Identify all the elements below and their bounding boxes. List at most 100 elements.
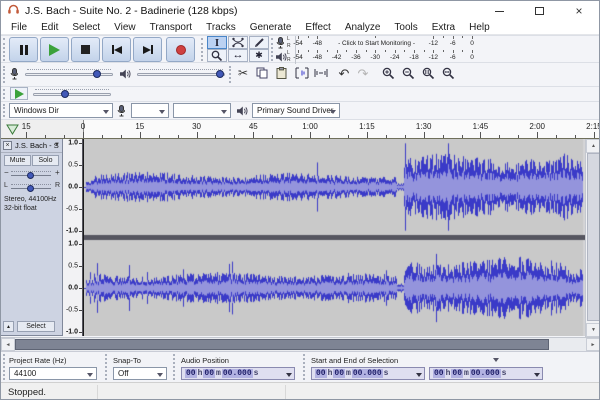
- menu-item-extra[interactable]: Extra: [425, 22, 462, 33]
- menu-item-help[interactable]: Help: [462, 22, 497, 33]
- copy-button[interactable]: [253, 64, 271, 82]
- waveform-display[interactable]: [83, 139, 585, 336]
- undo-button[interactable]: ↶: [335, 64, 353, 82]
- recording-volume-thumb[interactable]: [93, 70, 101, 78]
- menu-item-analyze[interactable]: Analyze: [338, 22, 388, 33]
- multi-tool-button[interactable]: ✱: [249, 49, 269, 62]
- play-speed-slider[interactable]: [33, 88, 111, 100]
- recording-device-select[interactable]: [131, 103, 169, 118]
- maximize-button[interactable]: [519, 1, 559, 21]
- recording-channels-select[interactable]: [173, 103, 231, 118]
- menu-item-file[interactable]: File: [4, 22, 34, 33]
- scroll-down-button[interactable]: ▼: [586, 323, 599, 337]
- track-menu-button[interactable]: ▼: [54, 142, 60, 148]
- meter-monitoring-message[interactable]: - Click to Start Monitoring -: [321, 40, 432, 47]
- playback-volume-slider[interactable]: [137, 68, 225, 80]
- skip-start-icon: [111, 45, 122, 54]
- project-rate-select[interactable]: 44100: [9, 367, 97, 380]
- ruler-tick: [215, 135, 217, 138]
- collapse-track-button[interactable]: ▲: [3, 321, 14, 332]
- fit-project-button[interactable]: [439, 64, 457, 82]
- paste-icon: [276, 67, 286, 79]
- timeline-options-button[interactable]: [6, 124, 19, 135]
- solo-button[interactable]: Solo: [32, 155, 59, 166]
- scroll-left-button[interactable]: ◄: [1, 338, 15, 351]
- play-speed-thumb[interactable]: [61, 90, 69, 98]
- recording-volume-slider[interactable]: [25, 68, 113, 80]
- menu-item-effect[interactable]: Effect: [298, 22, 337, 33]
- toolbar-grip[interactable]: [3, 89, 6, 99]
- toolbar-grip[interactable]: [3, 104, 6, 117]
- horizontal-scroll-thumb[interactable]: [15, 339, 549, 350]
- stereo-waveform-canvas[interactable]: [83, 139, 585, 336]
- toolbar-grip[interactable]: [229, 66, 232, 83]
- vertical-scale-ruler[interactable]: 1.0 0.5 0.0 -0.5 -1.0 1.0 0.5 0.0 -0.5 -1.0: [63, 139, 83, 336]
- zoom-out-button[interactable]: [399, 64, 417, 82]
- silence-audio-button[interactable]: [312, 64, 330, 82]
- toolbar-grip[interactable]: [105, 354, 108, 380]
- playback-volume-thumb[interactable]: [216, 70, 224, 78]
- track-control-panel[interactable]: × J.S. Bach - S ▼ Mute Solo − + L R Ster…: [1, 139, 63, 336]
- audio-host-select[interactable]: Windows Dir: [9, 103, 113, 118]
- track-name[interactable]: J.S. Bach - S: [15, 141, 59, 150]
- amplitude-scale-tick: [79, 231, 82, 232]
- play-button[interactable]: [40, 37, 69, 62]
- cut-button[interactable]: ✂: [234, 64, 252, 82]
- menu-item-tools[interactable]: Tools: [387, 22, 424, 33]
- amplitude-scale-tick: [79, 209, 82, 210]
- track-close-button[interactable]: ×: [3, 141, 12, 150]
- vertical-scrollbar[interactable]: ▲ ▼: [585, 139, 599, 337]
- selection-tool-button[interactable]: I: [207, 36, 227, 49]
- envelope-tool-button[interactable]: [228, 36, 248, 49]
- selection-end-field[interactable]: 00 h 00 m 00.000 s: [429, 367, 543, 380]
- toolbar-grip[interactable]: [3, 354, 6, 380]
- timeline-ruler[interactable]: 15 0 15 30 45 1:00 1:15 1:30 1:45 2:00 2:15: [1, 120, 599, 139]
- menu-item-tracks[interactable]: Tracks: [199, 22, 243, 33]
- toolbar-grip[interactable]: [3, 38, 6, 61]
- toolbar-grip[interactable]: [271, 38, 274, 61]
- ruler-tick: [253, 132, 255, 138]
- gain-slider-thumb[interactable]: [27, 172, 34, 179]
- skip-to-end-button[interactable]: [133, 37, 162, 62]
- skip-to-start-button[interactable]: [102, 37, 131, 62]
- pan-slider-thumb[interactable]: [27, 185, 34, 192]
- snap-to-select[interactable]: Off: [113, 367, 167, 380]
- playback-meter[interactable]: LR -54 -48 -42 -36 -30 -24 -18 -12 -6 0: [275, 50, 477, 64]
- time-unit: s: [383, 369, 389, 378]
- draw-tool-button[interactable]: [249, 36, 269, 49]
- minimize-button[interactable]: [479, 1, 519, 21]
- menu-item-view[interactable]: View: [107, 22, 143, 33]
- mute-button[interactable]: Mute: [4, 155, 31, 166]
- stop-button[interactable]: [71, 37, 100, 62]
- horizontal-scrollbar[interactable]: ◄ ►: [1, 337, 599, 351]
- redo-button[interactable]: ↷: [354, 64, 372, 82]
- time-shift-tool-button[interactable]: ↔: [228, 49, 248, 62]
- menu-item-select[interactable]: Select: [65, 22, 107, 33]
- close-button[interactable]: ×: [559, 1, 599, 21]
- time-digits: 00: [333, 369, 346, 378]
- menu-item-generate[interactable]: Generate: [243, 22, 299, 33]
- pause-button[interactable]: [9, 37, 38, 62]
- selection-range-chevron-icon[interactable]: [493, 358, 499, 362]
- recording-meter[interactable]: LR -54 -48 -12 -6 0- Click to Start Monitori…: [275, 36, 477, 50]
- scroll-up-button[interactable]: ▲: [586, 139, 599, 153]
- toolbar-grip[interactable]: [303, 354, 306, 380]
- scroll-right-button[interactable]: ►: [586, 338, 599, 351]
- toolbar-grip[interactable]: [173, 354, 176, 380]
- toolbar-grip[interactable]: [201, 38, 204, 61]
- zoom-tool-button[interactable]: [207, 49, 227, 62]
- menu-item-transport[interactable]: Transport: [143, 22, 199, 33]
- menu-item-edit[interactable]: Edit: [34, 22, 65, 33]
- select-track-button[interactable]: Select: [17, 321, 55, 332]
- audio-position-field[interactable]: 00 h 00 m 00.000 s: [181, 367, 295, 380]
- fit-selection-button[interactable]: [419, 64, 437, 82]
- selection-start-field[interactable]: 00 h 00 m 00.000 s: [311, 367, 425, 380]
- trim-audio-button[interactable]: [293, 64, 311, 82]
- playback-device-select[interactable]: Primary Sound Driver: [252, 103, 340, 118]
- vertical-scroll-thumb[interactable]: [587, 153, 599, 321]
- play-at-speed-button[interactable]: [10, 87, 28, 100]
- toolbar-grip[interactable]: [3, 66, 6, 83]
- paste-button[interactable]: [272, 64, 290, 82]
- zoom-in-button[interactable]: [379, 64, 397, 82]
- record-button[interactable]: [166, 37, 195, 62]
